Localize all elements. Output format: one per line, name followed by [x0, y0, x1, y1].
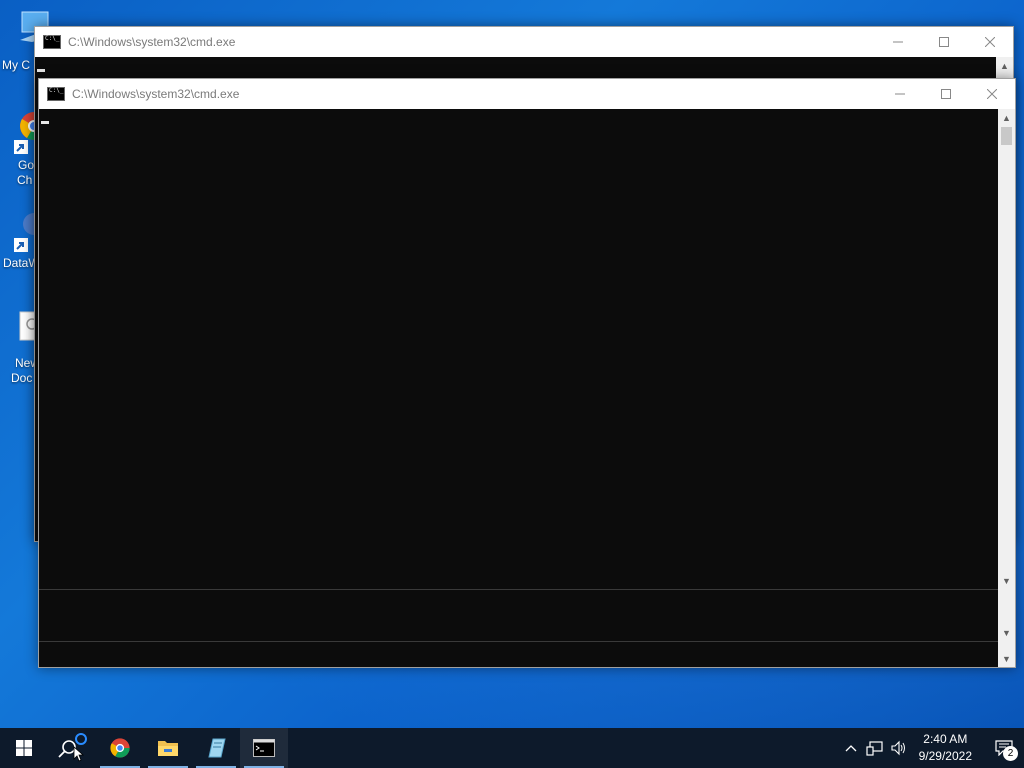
pane-divider [39, 589, 998, 590]
search-icon [58, 733, 87, 762]
minimize-icon [895, 93, 905, 95]
title-bar[interactable]: C:\Windows\system32\cmd.exe [39, 79, 1015, 109]
window-title: C:\Windows\system32\cmd.exe [68, 35, 236, 49]
text-cursor [37, 69, 45, 72]
minimize-icon [893, 41, 903, 43]
window-title: C:\Windows\system32\cmd.exe [72, 87, 240, 101]
search-button[interactable] [48, 728, 96, 768]
close-icon [985, 37, 995, 47]
chrome-icon [110, 738, 130, 758]
desktop-icon-label: My C [2, 58, 30, 72]
cmd-app-icon [47, 87, 65, 101]
taskbar-chrome[interactable] [96, 728, 144, 768]
start-button[interactable] [0, 728, 48, 768]
taskbar-notepad[interactable] [192, 728, 240, 768]
vertical-scrollbar[interactable]: ▲ ▼ ▼ ▼ [998, 109, 1015, 667]
show-hidden-icons-button[interactable] [839, 744, 863, 752]
taskbar: 2:40 AM 9/29/2022 2 [0, 728, 1024, 768]
notepad-icon [208, 738, 226, 758]
chevron-up-icon [845, 745, 857, 752]
file-explorer-icon [158, 741, 178, 756]
cmd-app-icon [43, 35, 61, 49]
scrollbar-thumb[interactable] [1001, 127, 1012, 145]
scroll-down-arrow-icon[interactable]: ▼ [998, 624, 1015, 641]
maximize-icon [941, 89, 951, 99]
notification-count-badge: 2 [1003, 746, 1018, 761]
console-output[interactable] [39, 109, 998, 667]
scroll-down-arrow-icon[interactable]: ▼ [998, 650, 1015, 667]
close-icon [987, 89, 997, 99]
desktop-icon-label: Go [18, 158, 35, 172]
maximize-button[interactable] [923, 79, 969, 109]
clock[interactable]: 2:40 AM 9/29/2022 [911, 731, 984, 765]
taskbar-file-explorer[interactable] [144, 728, 192, 768]
network-button[interactable] [863, 740, 887, 756]
minimize-button[interactable] [875, 27, 921, 57]
cmd-window-front[interactable]: C:\Windows\system32\cmd.exe ▲ ▼ ▼ ▼ [38, 78, 1016, 668]
clock-date: 9/29/2022 [918, 749, 972, 763]
shortcut-arrow-icon [14, 238, 28, 252]
speaker-icon [891, 740, 905, 756]
pane-divider [39, 641, 998, 642]
minimize-button[interactable] [877, 79, 923, 109]
windows-logo-icon [16, 740, 32, 756]
taskbar-cmd[interactable] [240, 728, 288, 768]
clock-time: 2:40 AM [923, 732, 968, 746]
scroll-down-arrow-icon[interactable]: ▼ [998, 572, 1015, 589]
cmd-icon [253, 739, 275, 757]
scroll-up-arrow-icon[interactable]: ▲ [996, 57, 1013, 74]
shortcut-arrow-icon [14, 140, 28, 154]
system-tray: 2:40 AM 9/29/2022 2 [839, 728, 1024, 768]
action-center-button[interactable]: 2 [984, 728, 1024, 768]
maximize-button[interactable] [921, 27, 967, 57]
maximize-icon [939, 37, 949, 47]
volume-button[interactable] [887, 740, 911, 756]
close-button[interactable] [967, 27, 1013, 57]
desktop-icon-label: Doc [11, 371, 33, 385]
scroll-up-arrow-icon[interactable]: ▲ [998, 109, 1015, 126]
network-icon [866, 741, 883, 756]
desktop-icon-label: Ch [17, 173, 33, 187]
close-button[interactable] [969, 79, 1015, 109]
title-bar[interactable]: C:\Windows\system32\cmd.exe [35, 27, 1013, 57]
text-cursor [41, 121, 49, 124]
